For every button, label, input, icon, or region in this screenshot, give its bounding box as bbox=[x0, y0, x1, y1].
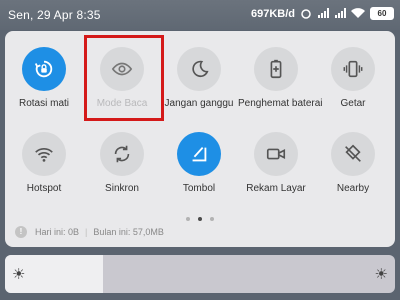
tile-label: Jangan ganggu bbox=[164, 98, 234, 109]
tile-label: Rekam Layar bbox=[246, 183, 306, 194]
highlight-box bbox=[84, 35, 164, 121]
rotation-lock-icon bbox=[34, 60, 53, 78]
wifi-icon bbox=[351, 8, 365, 18]
tile-hotspot[interactable]: Hotspot bbox=[6, 132, 82, 194]
sync-status-icon bbox=[301, 8, 311, 19]
tile-label: Penghemat baterai bbox=[238, 98, 323, 109]
usage-month: Bulan ini: 57,0MB bbox=[93, 227, 164, 237]
moon-icon bbox=[192, 60, 209, 78]
battery-icon: 60 bbox=[370, 7, 394, 20]
vibrate-toggle[interactable] bbox=[331, 47, 375, 91]
tile-label: Rotasi mati bbox=[18, 98, 69, 109]
screen-record-toggle[interactable] bbox=[254, 132, 298, 176]
hotspot-icon bbox=[35, 148, 53, 162]
tile-sinkron[interactable]: Sinkron bbox=[84, 132, 160, 194]
tile-label: Nearby bbox=[336, 183, 370, 194]
usage-divider: | bbox=[85, 227, 88, 237]
tile-rekam-layar[interactable]: Rekam Layar bbox=[238, 132, 314, 194]
sync-toggle[interactable] bbox=[100, 132, 144, 176]
buttons-toggle[interactable] bbox=[177, 132, 221, 176]
battery-saver-icon bbox=[270, 59, 282, 79]
network-speed: 697KB/d bbox=[250, 7, 295, 20]
tile-getar[interactable]: Getar bbox=[315, 47, 391, 109]
nearby-toggle[interactable] bbox=[331, 132, 375, 176]
nearby-icon bbox=[345, 144, 361, 162]
status-icons: 697KB/d 60 bbox=[251, 7, 394, 20]
status-bar: Sen, 29 Apr 8:35 697KB/d 60 bbox=[0, 0, 400, 30]
screen-record-icon bbox=[266, 148, 286, 160]
rotation-lock-toggle[interactable] bbox=[22, 47, 66, 91]
buttons-icon bbox=[192, 146, 207, 162]
tile-penghemat-baterai[interactable]: Penghemat baterai bbox=[238, 47, 323, 109]
tile-rotasi-mati[interactable]: Rotasi mati bbox=[6, 47, 82, 109]
page-dot[interactable] bbox=[186, 217, 190, 221]
page-dot[interactable] bbox=[210, 217, 214, 221]
tile-label: Sinkron bbox=[105, 183, 139, 194]
brightness-low-icon: ☀ bbox=[12, 266, 26, 283]
tile-tombol[interactable]: Tombol bbox=[161, 132, 237, 194]
info-icon: ! bbox=[15, 226, 27, 238]
brightness-high-icon: ☀ bbox=[374, 266, 388, 283]
usage-today: Hari ini: 0B bbox=[35, 227, 80, 237]
brightness-slider[interactable]: ☀ ☀ bbox=[5, 255, 395, 293]
tile-label: Getar bbox=[340, 98, 366, 109]
tile-label: Tombol bbox=[182, 183, 216, 194]
data-usage: ! Hari ini: 0B | Bulan ini: 57,0MB bbox=[15, 226, 164, 238]
battery-saver-toggle[interactable] bbox=[254, 47, 298, 91]
tile-label: Hotspot bbox=[26, 183, 62, 194]
page-dot-active[interactable] bbox=[198, 217, 202, 221]
page-indicator[interactable] bbox=[5, 208, 395, 226]
signal-icon bbox=[318, 8, 329, 18]
dnd-toggle[interactable] bbox=[177, 47, 221, 91]
signal-icon-2 bbox=[335, 8, 346, 18]
tile-nearby[interactable]: Nearby bbox=[315, 132, 391, 194]
datetime: Sen, 29 Apr 8:35 bbox=[8, 8, 101, 22]
sync-icon bbox=[114, 145, 130, 163]
quick-settings-panel: Rotasi mati Mode Baca Jangan ganggu Peng… bbox=[5, 31, 395, 247]
vibrate-icon bbox=[343, 60, 363, 78]
tile-jangan-ganggu[interactable]: Jangan ganggu bbox=[161, 47, 237, 109]
hotspot-toggle[interactable] bbox=[22, 132, 66, 176]
